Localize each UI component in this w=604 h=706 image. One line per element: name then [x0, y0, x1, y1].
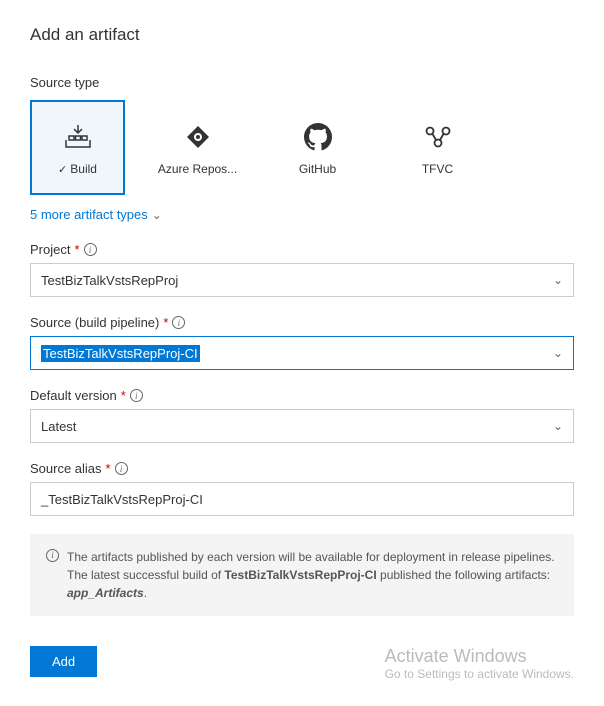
watermark-title: Activate Windows [385, 646, 574, 667]
source-alias-input[interactable]: _TestBizTalkVstsRepProj-CI [30, 482, 574, 516]
default-version-value: Latest [41, 419, 76, 434]
build-icon [63, 119, 93, 154]
default-version-label: Default version [30, 388, 117, 403]
required-marker: * [121, 388, 126, 403]
watermark-sub: Go to Settings to activate Windows. [385, 667, 574, 681]
info-icon[interactable]: i [84, 243, 97, 256]
check-icon: ✓ [58, 163, 67, 176]
source-select[interactable]: TestBizTalkVstsRepProj-CI ⌄ [30, 336, 574, 370]
source-type-grid: ✓ Build Azure Repos... GitHub [30, 100, 574, 195]
more-artifact-types-link[interactable]: 5 more artifact types ⌄ [30, 207, 162, 222]
source-tile-azure-repos[interactable]: Azure Repos... [150, 100, 245, 195]
source-alias-label: Source alias [30, 461, 102, 476]
azure-repos-icon [184, 119, 212, 154]
tile-github-label: GitHub [299, 162, 336, 176]
info-icon[interactable]: i [130, 389, 143, 402]
info-icon[interactable]: i [115, 462, 128, 475]
chevron-down-icon: ⌄ [553, 346, 563, 360]
github-icon [304, 119, 332, 154]
add-button[interactable]: Add [30, 646, 97, 677]
chevron-down-icon: ⌄ [553, 419, 563, 433]
source-type-label: Source type [30, 75, 574, 90]
source-label: Source (build pipeline) [30, 315, 159, 330]
project-label: Project [30, 242, 70, 257]
tile-azure-label: Azure Repos... [158, 162, 237, 176]
chevron-down-icon: ⌄ [152, 208, 162, 222]
tile-build-label: Build [70, 162, 97, 176]
source-value: TestBizTalkVstsRepProj-CI [41, 345, 200, 362]
default-version-select[interactable]: Latest ⌄ [30, 409, 574, 443]
tfvc-icon [424, 119, 452, 154]
info-box: i The artifacts published by each versio… [30, 534, 574, 616]
page-title: Add an artifact [30, 25, 574, 45]
required-marker: * [163, 315, 168, 330]
project-select[interactable]: TestBizTalkVstsRepProj ⌄ [30, 263, 574, 297]
info-box-text: The artifacts published by each version … [67, 548, 558, 602]
required-marker: * [74, 242, 79, 257]
info-icon[interactable]: i [172, 316, 185, 329]
project-value: TestBizTalkVstsRepProj [41, 273, 178, 288]
more-types-text: 5 more artifact types [30, 207, 148, 222]
chevron-down-icon: ⌄ [553, 273, 563, 287]
source-alias-value: _TestBizTalkVstsRepProj-CI [41, 492, 203, 507]
tile-tfvc-label: TFVC [422, 162, 453, 176]
source-tile-tfvc[interactable]: TFVC [390, 100, 485, 195]
source-tile-build[interactable]: ✓ Build [30, 100, 125, 195]
info-icon: i [46, 549, 59, 562]
windows-watermark: Activate Windows Go to Settings to activ… [385, 646, 574, 681]
source-tile-github[interactable]: GitHub [270, 100, 365, 195]
required-marker: * [106, 461, 111, 476]
